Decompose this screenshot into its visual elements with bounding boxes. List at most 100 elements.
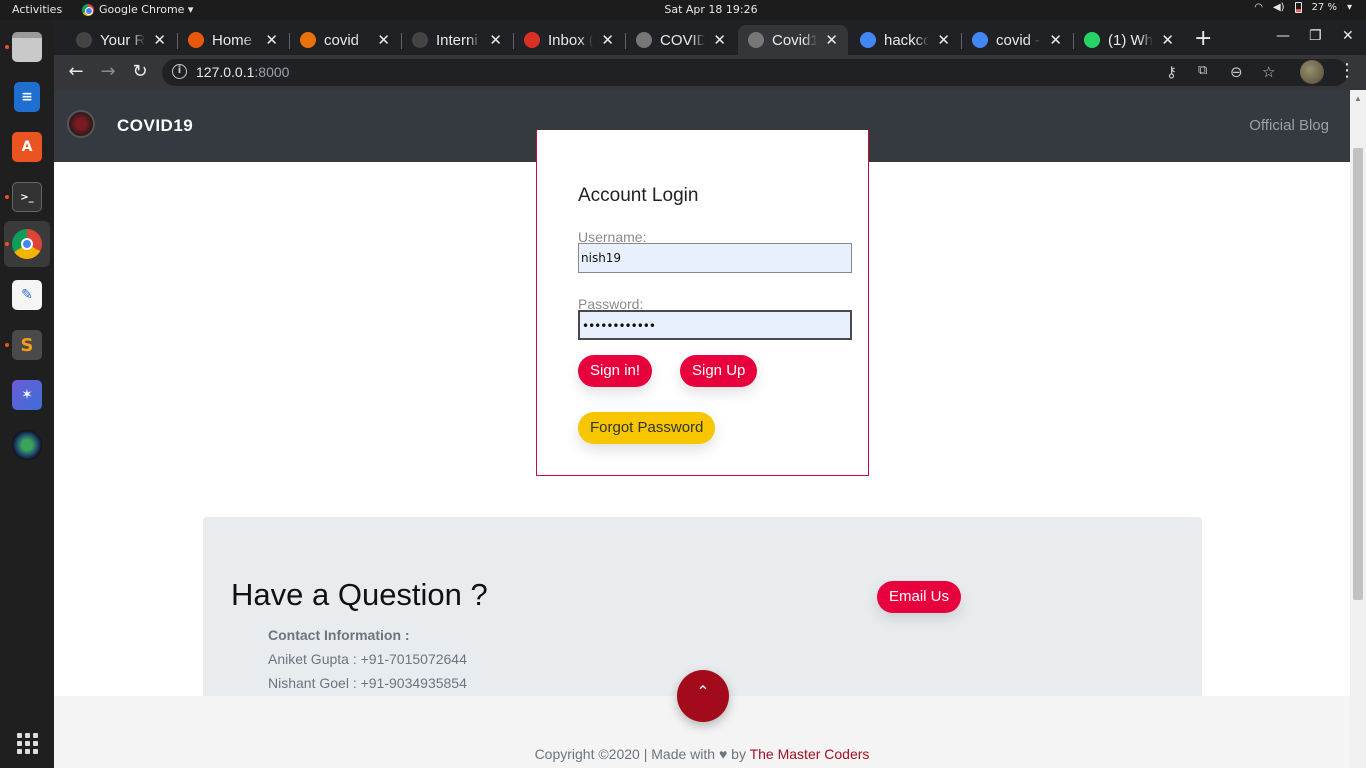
browser-tab[interactable]: Interni ✕ [402,25,512,55]
address-bar[interactable]: i 127.0.0.1:8000 ⚷ ⧉ ⊖ ☆ [162,59,1348,86]
dock-terminal[interactable]: >_ [4,174,50,220]
tab-title: Home [212,31,253,49]
forward-button[interactable]: → [96,61,120,82]
close-tab-icon[interactable]: ✕ [489,31,502,49]
dock-writer[interactable]: ≡ [4,74,50,120]
tab-title: (1) Wha [1108,31,1153,49]
system-menu[interactable]: ◠ ◀) 27 % ▾ [1254,2,1352,13]
orange-ring-icon [188,32,204,48]
close-tab-icon[interactable]: ✕ [713,31,726,49]
clock[interactable]: Sat Apr 18 19:26 [0,3,1366,16]
login-card: Account Login Username: nish19 Password:… [536,130,869,476]
github-icon [412,32,428,48]
sign-up-button[interactable]: Sign Up [680,355,758,387]
dock-krita[interactable]: ✶ [4,372,50,418]
browser-tab[interactable]: Home ✕ [178,25,288,55]
tab-separator [401,33,402,49]
site-brand[interactable]: COVID19 [117,116,193,136]
dock-chrome[interactable] [4,221,50,267]
text-editor-icon: ✎ [12,280,42,310]
wifi-icon: ◠ [1254,2,1263,13]
question-title: Have a Question ? [231,577,488,612]
tab-title: Covid1 [772,31,818,49]
dock: ≡ A >_ ✎ S ✶ [0,20,54,768]
browser-tab[interactable]: COVID- ✕ [626,25,736,55]
dock-software[interactable]: A [4,124,50,170]
scroll-up-arrow[interactable]: ▲ [1354,94,1362,103]
battery-percent: 27 % [1311,2,1337,13]
minimize-button[interactable]: — [1276,28,1290,44]
show-applications-button[interactable] [4,720,50,766]
close-tab-icon[interactable]: ✕ [825,31,838,49]
forgot-password-button[interactable]: Forgot Password [578,412,716,444]
browser-tab[interactable]: Your Re ✕ [66,25,176,55]
page-scrollbar[interactable]: ▲ [1350,90,1366,768]
official-blog-link[interactable]: Official Blog [1249,117,1329,134]
close-tab-icon[interactable]: ✕ [377,31,390,49]
tab-title: covid [324,31,360,49]
show-applications-icon [16,732,38,754]
zoom-icon[interactable]: ⊖ [1230,63,1243,81]
close-tab-icon[interactable]: ✕ [1161,31,1174,49]
username-field[interactable]: nish19 [578,243,852,273]
reload-button[interactable]: ↻ [128,61,152,82]
browser-tab[interactable]: covid - ✕ [962,25,1072,55]
browser-tab[interactable]: hackco ✕ [850,25,960,55]
page-viewport: COVID19 Official Blog Account Login User… [54,90,1366,768]
tab-separator [1073,33,1074,49]
covid-logo[interactable] [67,110,95,138]
battery-icon [1294,2,1302,13]
password-field[interactable]: •••••••••••• [578,310,852,340]
running-indicator [5,195,9,199]
key-icon[interactable]: ⚷ [1166,63,1177,81]
tab-separator [625,33,626,49]
dock-files[interactable] [4,24,50,70]
close-tab-icon[interactable]: ✕ [601,31,614,49]
scrollbar-thumb[interactable] [1353,148,1363,600]
dock-text-editor[interactable]: ✎ [4,272,50,318]
browser-tab[interactable]: (1) Wha ✕ [1074,25,1184,55]
back-to-top-button[interactable]: ⌃ [677,670,729,722]
tab-title: hackco [884,31,930,49]
sign-in-button[interactable]: Sign in! [578,355,653,387]
browser-tab[interactable]: covid ✕ [290,25,400,55]
google-icon [972,32,988,48]
tab-separator [961,33,962,49]
camera-icon [12,430,42,460]
close-tab-icon[interactable]: ✕ [937,31,950,49]
email-us-button[interactable]: Email Us [877,581,962,613]
browser-tab[interactable]: Covid1 ✕ [738,25,848,55]
chrome-menu-icon[interactable]: ⋮ [1338,60,1356,81]
new-tab-button[interactable]: + [1194,26,1212,51]
system-top-bar: Activities Google Chrome ▾ Sat Apr 18 19… [0,0,1366,20]
tab-separator [289,33,290,49]
close-window-button[interactable]: ✕ [1342,28,1354,44]
dock-sublime[interactable]: S [4,322,50,368]
whatsapp-icon [1084,32,1100,48]
tab-title: COVID- [660,31,706,49]
close-tab-icon[interactable]: ✕ [1049,31,1062,49]
files-icon [12,32,42,62]
profile-avatar[interactable] [1300,60,1324,84]
chrome-icon [12,229,42,259]
maximize-button[interactable]: ❐ [1309,28,1322,44]
browser-tab[interactable]: Inbox (✕ [514,25,624,55]
contact-line: Nishant Goel : +91-9034935854 [268,675,467,691]
close-tab-icon[interactable]: ✕ [265,31,278,49]
master-coders-link[interactable]: The Master Coders [750,746,870,762]
github-icon [76,32,92,48]
bookmark-star-icon[interactable]: ☆ [1262,63,1275,81]
running-indicator [5,242,9,246]
translate-icon[interactable]: ⧉ [1198,63,1207,78]
tab-title: Your Re [100,31,146,49]
site-info-icon[interactable]: i [172,64,187,79]
back-button[interactable]: ← [64,61,88,82]
browser-toolbar: ← → ↻ i 127.0.0.1:8000 ⚷ ⧉ ⊖ ☆ ⋮ [54,55,1366,90]
close-tab-icon[interactable]: ✕ [153,31,166,49]
sublime-text-icon: S [12,330,42,360]
krita-icon: ✶ [12,380,42,410]
running-indicator [5,45,9,49]
tab-separator [513,33,514,49]
globe-icon [636,32,652,48]
dock-camera[interactable] [4,422,50,468]
